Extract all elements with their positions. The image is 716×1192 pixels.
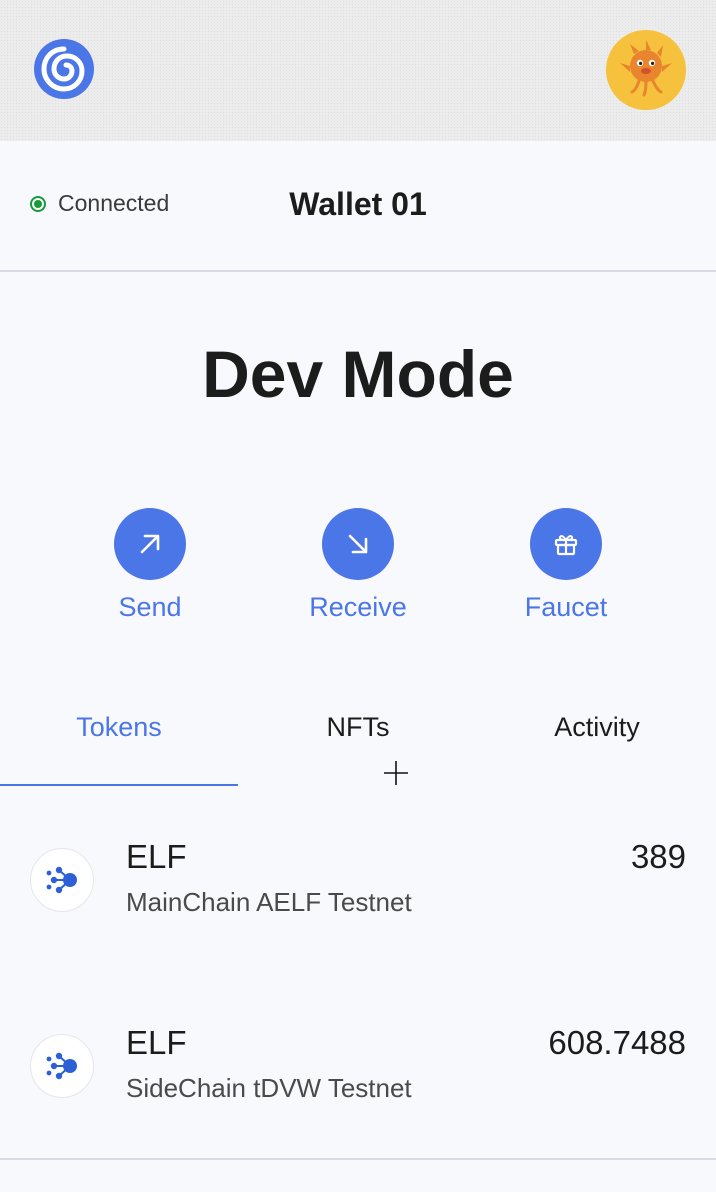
token-chain: SideChain tDVW Testnet xyxy=(126,1073,412,1103)
tab-activity-label: Activity xyxy=(554,712,640,742)
swirl-logo-icon[interactable] xyxy=(32,37,96,101)
receive-circle[interactable] xyxy=(322,508,394,580)
gift-icon xyxy=(554,535,578,556)
connection-status[interactable]: Connected xyxy=(30,190,169,217)
receive-label: Receive xyxy=(309,592,407,622)
status-dot-icon xyxy=(30,195,46,212)
tab-bar: Tokens NFTs Activity xyxy=(0,690,716,788)
token-symbol: ELF xyxy=(126,838,187,875)
elf-token-icon xyxy=(30,1034,94,1098)
tab-tokens-label: Tokens xyxy=(76,712,162,742)
wallet-name[interactable]: Wallet 01 xyxy=(218,186,498,223)
balance-display: Dev Mode xyxy=(202,337,514,411)
token-symbol: ELF xyxy=(126,1024,187,1061)
tab-nfts[interactable]: NFTs xyxy=(239,690,477,786)
mascot-avatar-icon[interactable] xyxy=(606,30,686,110)
send-circle[interactable] xyxy=(114,508,186,580)
tab-activity[interactable]: Activity xyxy=(478,690,716,786)
receive-button[interactable]: Receive xyxy=(283,508,433,623)
arrow-down-right-icon xyxy=(348,534,368,554)
arrow-up-right-icon xyxy=(140,534,160,554)
token-row[interactable]: ELF MainChain AELF Testnet 389 xyxy=(0,786,716,974)
token-amount: 389 xyxy=(630,838,686,875)
send-button[interactable]: Send xyxy=(75,508,225,623)
faucet-label: Faucet xyxy=(524,592,608,622)
tab-tokens[interactable]: Tokens xyxy=(0,690,238,788)
faucet-button[interactable]: Faucet xyxy=(491,508,641,623)
top-header xyxy=(0,0,716,141)
status-label: Connected xyxy=(58,190,170,216)
token-amount: 608.7488 xyxy=(548,1024,686,1061)
token-row[interactable]: ELF SideChain tDVW Testnet 608.7488 xyxy=(0,972,716,1160)
elf-token-icon xyxy=(30,848,94,912)
token-chain: MainChain AELF Testnet xyxy=(126,887,412,917)
faucet-circle[interactable] xyxy=(530,508,602,580)
tab-nfts-label: NFTs xyxy=(326,712,390,742)
crosshair-cursor-icon xyxy=(384,761,408,785)
send-label: Send xyxy=(118,592,182,622)
